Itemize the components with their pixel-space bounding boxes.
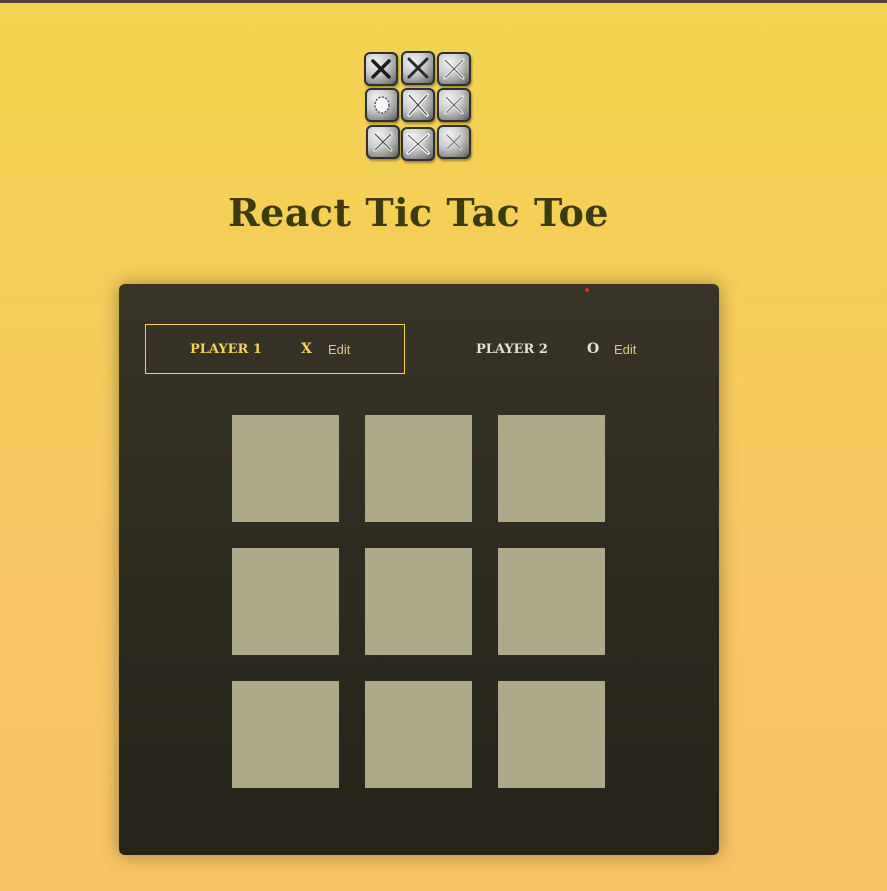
logo-tile-o-icon (365, 88, 399, 122)
logo-tile-x-icon (366, 125, 400, 159)
board-cell-1[interactable] (232, 415, 339, 522)
logo-tile-x-icon (401, 127, 435, 161)
board-cell-2[interactable] (365, 415, 472, 522)
page-title: React Tic Tac Toe (228, 190, 609, 235)
player-1-symbol: X (301, 341, 312, 357)
tic-tac-toe-logo-icon (364, 50, 472, 162)
logo-tile-x-icon (401, 88, 435, 122)
player-2-card: Player 2 O Edit (449, 324, 689, 374)
logo-tile-x-icon (364, 52, 398, 86)
logo-tile-x-icon (437, 52, 471, 86)
status-dot (585, 288, 589, 292)
window-top-bar (0, 0, 887, 3)
player-2-name: Player 2 (476, 341, 548, 357)
player-2-edit-button[interactable]: Edit (614, 342, 636, 357)
game-board (232, 415, 605, 788)
board-cell-5[interactable] (365, 548, 472, 655)
board-cell-8[interactable] (365, 681, 472, 788)
logo-tile-x-icon (437, 88, 471, 122)
player-1-card: Player 1 X Edit (145, 324, 405, 374)
player-2-symbol: O (587, 341, 600, 357)
player-1-edit-button[interactable]: Edit (328, 342, 350, 357)
board-cell-3[interactable] (498, 415, 605, 522)
board-cell-4[interactable] (232, 548, 339, 655)
board-cell-7[interactable] (232, 681, 339, 788)
game-container: Player 1 X Edit Player 2 O Edit (119, 284, 719, 855)
player-1-name: Player 1 (190, 341, 262, 357)
logo-tile-x-icon (437, 125, 471, 159)
logo-tile-x-icon (401, 51, 435, 85)
board-cell-6[interactable] (498, 548, 605, 655)
board-cell-9[interactable] (498, 681, 605, 788)
